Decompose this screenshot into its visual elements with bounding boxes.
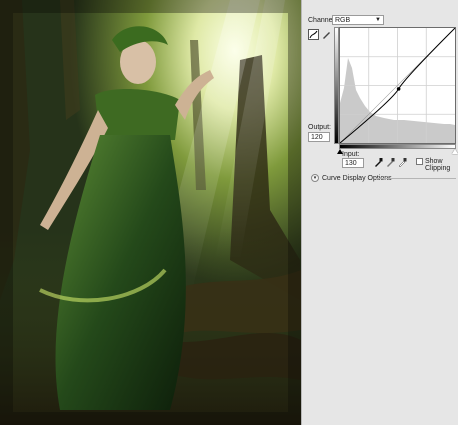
image-canvas — [0, 0, 301, 425]
show-clipping-label: Show Clipping — [425, 158, 451, 172]
show-clipping-checkbox[interactable] — [416, 158, 423, 165]
output-field[interactable]: 120 — [308, 132, 330, 142]
input-field[interactable]: 130 — [342, 158, 364, 168]
curve-graph-svg — [340, 28, 455, 143]
input-label: Input: — [342, 151, 360, 158]
expand-options-icon[interactable]: ▾ — [311, 174, 319, 182]
curves-panel: Channel: RGB ▼ Output: 120 Input: 130 Sh… — [301, 0, 458, 425]
input-gradient-bar — [339, 144, 456, 149]
white-eyedropper-icon[interactable] — [398, 157, 407, 167]
forest-photo — [0, 0, 301, 425]
output-label: Output: — [308, 124, 331, 131]
channel-select[interactable]: RGB ▼ — [332, 15, 384, 25]
curve-point-tool-icon[interactable] — [308, 29, 319, 40]
white-point-slider[interactable] — [452, 149, 458, 154]
curve-graph[interactable] — [339, 27, 456, 144]
pencil-icon[interactable] — [321, 29, 332, 40]
chevron-down-icon: ▼ — [375, 17, 381, 23]
black-eyedropper-icon[interactable] — [374, 157, 383, 167]
channel-select-value: RGB — [335, 17, 351, 24]
gray-eyedropper-icon[interactable] — [386, 157, 395, 167]
curve-control-point — [396, 87, 401, 91]
divider — [376, 178, 456, 179]
